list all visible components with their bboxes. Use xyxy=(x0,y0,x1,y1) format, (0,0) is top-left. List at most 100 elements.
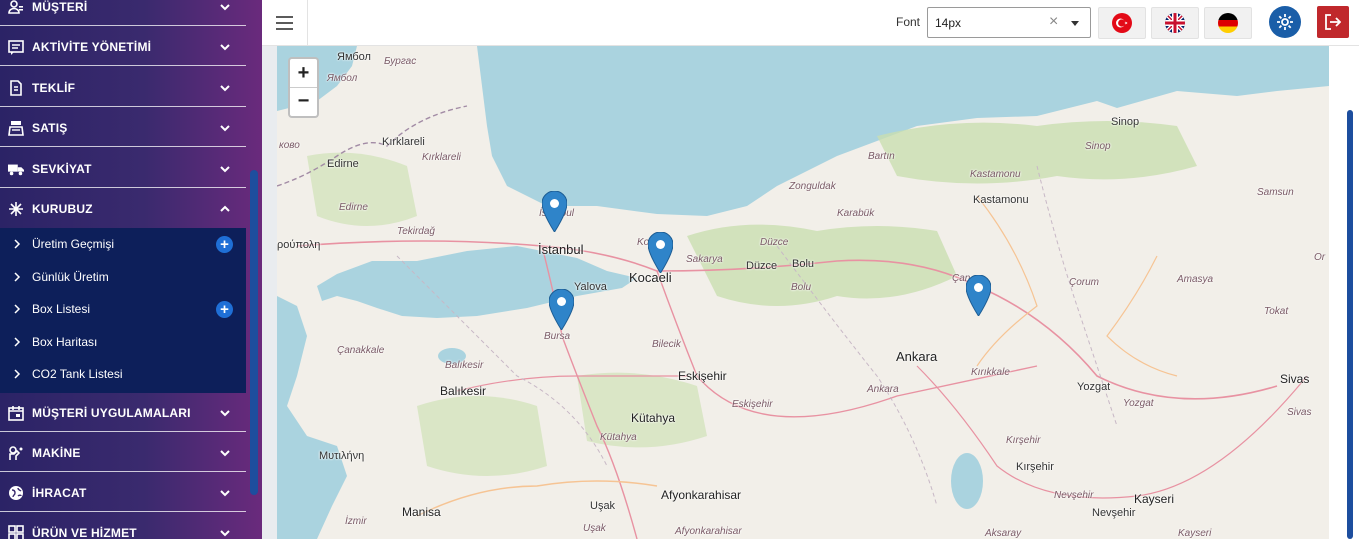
submenu-item-box-listesi[interactable]: Box Listesi + xyxy=(0,293,246,325)
logout-button[interactable] xyxy=(1317,6,1349,38)
de-flag-icon xyxy=(1218,13,1238,33)
sidebar-item-label: AKTİVİTE YÖNETİMİ xyxy=(32,39,152,54)
font-size-select[interactable]: 14px × xyxy=(927,7,1091,38)
box-location-marker[interactable] xyxy=(966,275,991,316)
zoom-out-button[interactable]: − xyxy=(290,87,317,115)
chevron-up-icon xyxy=(220,205,230,212)
map-label: Edirne xyxy=(339,202,368,213)
map-label: Amasya xyxy=(1177,274,1214,285)
globe-icon xyxy=(8,485,24,501)
map-label: Kırıkkale xyxy=(971,367,1010,378)
sidebar-item-label: MAKİNE xyxy=(32,445,81,460)
map-label: Kırşehir xyxy=(1006,435,1041,446)
sidebar-item-label: MÜŞTERİ xyxy=(32,0,88,14)
add-icon[interactable]: + xyxy=(216,300,233,318)
menu-toggle-button[interactable] xyxy=(262,0,308,46)
box-location-marker[interactable] xyxy=(542,191,567,232)
language-en-button[interactable] xyxy=(1151,7,1199,39)
map-label: Yozgat xyxy=(1077,381,1111,393)
submenu-item-label: Günlük Üretim xyxy=(32,270,109,284)
sidebar-item-ihracat[interactable]: İHRACAT xyxy=(0,474,246,512)
tr-flag-icon xyxy=(1112,13,1132,33)
sidebar-item-sevkiyat[interactable]: SEVKİYAT xyxy=(0,150,246,188)
zoom-in-button[interactable]: + xyxy=(290,59,317,87)
map-label: Sivas xyxy=(1287,407,1312,418)
sidebar-item-teklif[interactable]: TEKLİF xyxy=(0,69,246,107)
submenu-item-box-haritasi[interactable]: Box Haritası xyxy=(0,326,246,358)
sidebar-item-label: MÜŞTERİ UYGULAMALARI xyxy=(32,405,191,420)
map-label: Aksaray xyxy=(985,528,1022,539)
map-label: Karabük xyxy=(837,208,875,219)
map-label: Nevşehir xyxy=(1092,507,1136,519)
map-label: Çanakkale xyxy=(337,345,385,356)
clear-icon[interactable]: × xyxy=(1049,13,1058,31)
submenu-item-gunluk-uretim[interactable]: Günlük Üretim xyxy=(0,261,246,293)
map-label: Kayseri xyxy=(1178,528,1212,539)
map-label: Kırşehir xyxy=(1016,461,1054,473)
machine-icon xyxy=(8,445,24,461)
submenu-item-co2-tank-listesi[interactable]: CO2 Tank Listesi xyxy=(0,358,246,390)
map-label: Yalova xyxy=(574,281,607,293)
map-label: Ankara xyxy=(896,349,938,364)
map-label: Eskişehir xyxy=(678,369,727,383)
sidebar-item-label: ÜRÜN VE HİZMET xyxy=(32,526,137,539)
map-label: Kastamonu xyxy=(973,194,1029,206)
chevron-down-icon xyxy=(220,3,230,10)
map-label: Balıkesir xyxy=(445,360,484,371)
truck-icon xyxy=(8,161,24,177)
map-label: Kastamonu xyxy=(970,169,1021,180)
map-label: Bolu xyxy=(792,258,815,270)
map-label: Or xyxy=(1314,252,1326,263)
hamburger-icon xyxy=(276,16,293,30)
page-scroll-track xyxy=(1329,46,1359,539)
map-label: Zonguldak xyxy=(789,181,836,192)
submenu-item-uretim-gecmisi[interactable]: Üretim Geçmişi + xyxy=(0,228,246,260)
sidebar-item-aktivite[interactable]: AKTİVİTE YÖNETİMİ xyxy=(0,28,246,66)
map-label: Sinop xyxy=(1085,141,1111,152)
map-label: ково xyxy=(279,140,300,151)
box-map[interactable]: Ямбол Ямбол Бургас Kırklareli Kırklareli… xyxy=(277,46,1329,539)
chevron-down-icon xyxy=(220,409,230,416)
sidebar-item-musteri-uygulamalari[interactable]: MÜŞTERİ UYGULAMALARI xyxy=(0,394,246,432)
submenu-item-label: CO2 Tank Listesi xyxy=(32,367,123,381)
dropdown-caret-icon[interactable] xyxy=(1071,21,1079,26)
map-label: Uşak xyxy=(583,523,606,534)
page-scrollbar[interactable] xyxy=(1347,110,1353,539)
chevron-right-icon xyxy=(14,304,21,314)
map-label: Sinop xyxy=(1111,116,1140,128)
snowflake-icon xyxy=(8,201,24,217)
sidebar-item-makine[interactable]: MAKİNE xyxy=(0,434,246,472)
map-label: Afyonkarahisar xyxy=(661,488,742,502)
sidebar-item-kurubuz[interactable]: KURUBUZ xyxy=(0,190,246,228)
map-label: Edirne xyxy=(327,158,359,170)
map-label: Sivas xyxy=(1280,372,1310,386)
box-location-marker[interactable] xyxy=(549,289,574,330)
chevron-down-icon xyxy=(220,449,230,456)
sidebar-item-label: KURUBUZ xyxy=(32,202,93,216)
add-icon[interactable]: + xyxy=(216,235,233,253)
map-label: Sakarya xyxy=(686,254,723,265)
calendar-icon xyxy=(8,405,24,421)
map-label: Tekirdağ xyxy=(397,226,435,237)
font-size-label: Font xyxy=(896,15,921,29)
font-size-value: 14px xyxy=(935,16,962,30)
sidebar-scrollbar[interactable] xyxy=(250,170,258,495)
map-label: Ankara xyxy=(867,384,899,395)
settings-button[interactable] xyxy=(1269,6,1301,38)
sidebar-item-urun-ve-hizmet[interactable]: ÜRÜN VE HİZMET xyxy=(0,514,246,539)
box-location-marker[interactable] xyxy=(648,232,673,273)
language-de-button[interactable] xyxy=(1204,7,1252,39)
map-label: Yozgat xyxy=(1123,398,1154,409)
chevron-down-icon xyxy=(220,124,230,131)
top-bar: Font 14px × xyxy=(262,0,1359,46)
gear-icon xyxy=(1277,14,1293,30)
map-label: Bursa xyxy=(544,331,571,342)
sidebar-item-satis[interactable]: SATIŞ xyxy=(0,109,246,147)
language-tr-button[interactable] xyxy=(1098,7,1146,39)
chevron-down-icon xyxy=(220,489,230,496)
sidebar-item-musteri[interactable]: MÜŞTERİ xyxy=(0,0,246,26)
zoom-control: + − xyxy=(288,57,319,118)
map-label: Ямбол xyxy=(337,51,371,63)
logout-icon xyxy=(1325,14,1341,30)
chevron-down-icon xyxy=(220,530,230,537)
